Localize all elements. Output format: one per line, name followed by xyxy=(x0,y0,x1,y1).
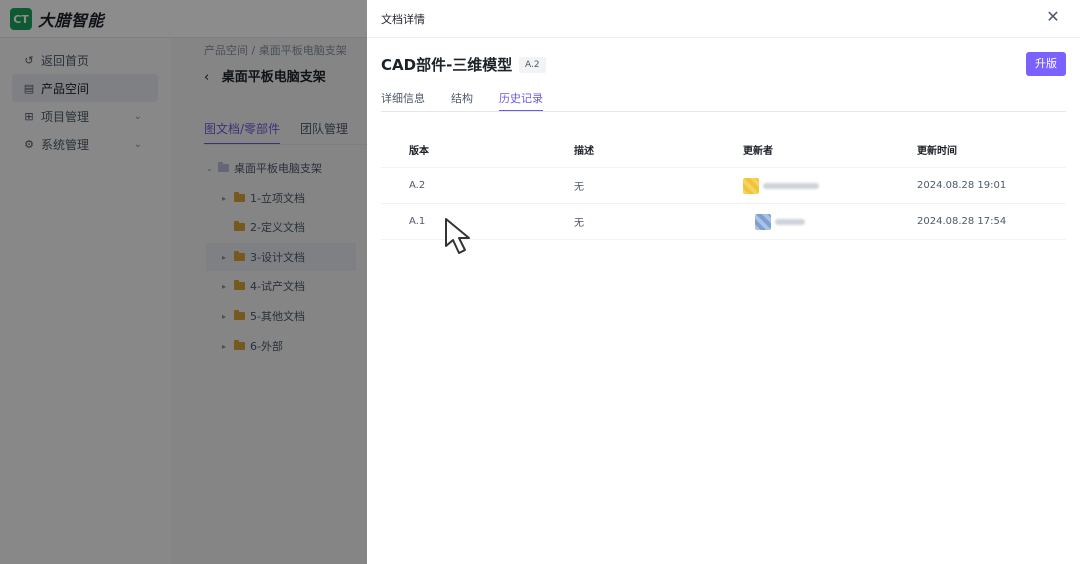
avatar xyxy=(743,177,759,194)
cell-version: A.1 xyxy=(409,216,426,227)
table-row[interactable]: A.2 无 2024.08.28 19:01 xyxy=(381,168,1066,204)
drawer-title: 文档详情 xyxy=(381,13,425,26)
table-row[interactable]: A.1 无 2024.08.28 17:54 xyxy=(381,204,1066,240)
tab-details[interactable]: 详细信息 xyxy=(381,90,425,112)
tabs-divider xyxy=(381,111,1066,112)
column-header-version: 版本 xyxy=(409,146,429,157)
cell-description: 无 xyxy=(574,182,584,193)
version-badge: A.2 xyxy=(519,57,546,73)
upgrade-button[interactable]: 升版 xyxy=(1026,52,1066,76)
column-header-description: 描述 xyxy=(574,146,594,157)
cell-description: 无 xyxy=(574,218,584,229)
close-icon[interactable]: ✕ xyxy=(1044,8,1062,26)
drawer-header: 文档详情 ✕ xyxy=(367,0,1080,38)
modal-overlay[interactable] xyxy=(0,0,367,564)
mouse-pointer-icon xyxy=(445,218,470,254)
column-header-updated-at: 更新时间 xyxy=(917,146,957,157)
blurred-username xyxy=(775,218,805,225)
drawer-tabs: 详细信息 结构 历史记录 xyxy=(381,90,569,112)
document-detail-drawer: 文档详情 ✕ CAD部件-三维模型 A.2 升版 详细信息 结构 历史记录 版本… xyxy=(367,0,1080,564)
tab-history[interactable]: 历史记录 xyxy=(499,90,543,112)
cell-version: A.2 xyxy=(409,180,426,191)
table-header-row: 版本 描述 更新者 更新时间 xyxy=(381,132,1066,168)
tab-structure[interactable]: 结构 xyxy=(451,90,473,112)
avatar xyxy=(755,213,771,230)
document-title: CAD部件-三维模型 xyxy=(381,56,513,74)
cell-updater xyxy=(755,213,805,230)
column-header-updater: 更新者 xyxy=(743,146,773,157)
cell-updated-at: 2024.08.28 17:54 xyxy=(917,216,1007,227)
blurred-username xyxy=(763,182,819,189)
history-table: 版本 描述 更新者 更新时间 A.2 无 2024.08.28 19:01 A.… xyxy=(381,132,1066,240)
cell-updater xyxy=(743,177,819,194)
cell-updated-at: 2024.08.28 19:01 xyxy=(917,180,1007,191)
